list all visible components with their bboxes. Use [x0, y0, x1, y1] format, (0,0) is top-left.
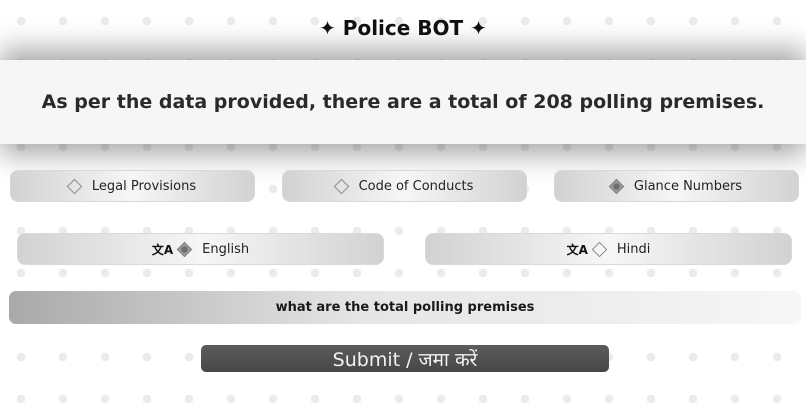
category-code-of-conducts[interactable]: Code of Conducts — [282, 170, 527, 202]
radio-diamond-icon — [333, 178, 349, 194]
query-text: what are the total polling premises — [275, 300, 535, 315]
radio-diamond-icon — [591, 241, 608, 257]
radio-diamond-selected-icon — [176, 241, 193, 257]
submit-label: Submit / जमा करें — [332, 348, 478, 371]
app-title: ✦ Police BOT ✦ — [319, 16, 487, 40]
translate-icon: 文A — [151, 242, 174, 257]
radio-diamond-selected-icon — [608, 178, 625, 194]
answer-text: As per the data provided, there are a to… — [41, 91, 765, 113]
language-label: English — [202, 241, 250, 257]
answer-panel: As per the data provided, there are a to… — [0, 60, 806, 144]
category-legal-provisions[interactable]: Legal Provisions — [10, 170, 255, 202]
language-hindi[interactable]: 文A Hindi — [425, 233, 792, 265]
category-label: Code of Conducts — [358, 178, 474, 194]
language-label: Hindi — [616, 241, 651, 257]
radio-diamond-icon — [66, 178, 83, 194]
category-glance-numbers[interactable]: Glance Numbers — [554, 170, 799, 202]
language-english[interactable]: 文A English — [17, 233, 384, 265]
query-input[interactable]: what are the total polling premises — [9, 291, 801, 324]
category-label: Glance Numbers — [633, 178, 743, 194]
translate-icon: 文A — [566, 242, 588, 257]
submit-button[interactable]: Submit / जमा करें — [201, 345, 609, 372]
category-label: Legal Provisions — [91, 178, 197, 194]
